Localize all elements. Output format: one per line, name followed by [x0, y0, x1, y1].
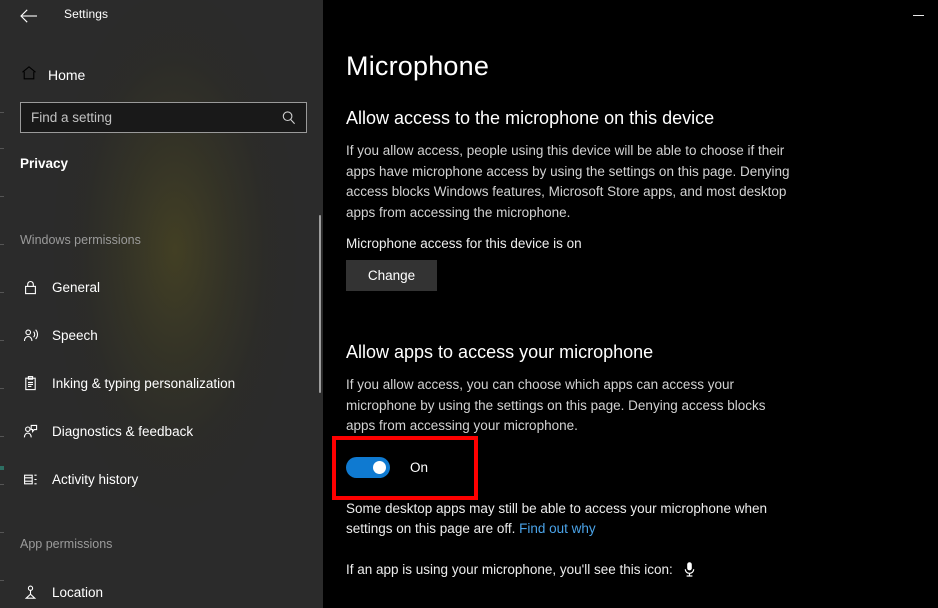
sidebar-item-activity-history-label: Activity history [52, 471, 139, 487]
title-bar: Settings [0, 0, 938, 32]
clipboard-icon [20, 373, 40, 393]
timeline-icon [20, 469, 40, 489]
device-access-description: If you allow access, people using this d… [346, 143, 790, 220]
microphone-icon-note-text: If an app is using your microphone, you'… [346, 561, 673, 577]
main-content: Microphone Allow access to the microphon… [323, 0, 938, 608]
find-out-why-link[interactable]: Find out why [519, 521, 596, 536]
toggle-knob [373, 461, 386, 474]
back-button[interactable] [10, 0, 48, 32]
sidebar-item-diagnostics-feedback[interactable]: Diagnostics & feedback [0, 412, 307, 450]
sidebar-group-windows-permissions: Windows permissions [20, 233, 141, 247]
device-access-heading: Allow access to the microphone on this d… [346, 108, 715, 128]
microphone-icon [683, 560, 697, 578]
sidebar-item-home-label: Home [48, 67, 86, 83]
sidebar-item-speech-label: Speech [52, 327, 98, 343]
sidebar-item-speech[interactable]: Speech [0, 316, 307, 354]
sidebar-item-home[interactable]: Home [0, 56, 300, 94]
sidebar-nav: Home Privacy Windows permissions [0, 32, 323, 608]
page-title: Microphone [346, 51, 490, 81]
minimize-icon [912, 14, 924, 16]
apps-access-description: If you allow access, you can choose whic… [346, 377, 766, 433]
change-button[interactable]: Change [346, 260, 437, 291]
location-pin-icon [20, 582, 40, 602]
sidebar-item-location[interactable]: Location [0, 573, 307, 608]
sidebar-item-general-label: General [52, 279, 101, 295]
sidebar-item-inking-typing-personalization-label: Inking & typing personalization [52, 375, 236, 391]
person-speaking-icon [20, 325, 40, 345]
search-input[interactable] [21, 103, 276, 132]
sidebar-item-location-label: Location [52, 584, 104, 600]
page-section-title: Privacy [20, 156, 69, 171]
sidebar-scrollbar-thumb[interactable] [319, 215, 321, 393]
allow-apps-microphone-toggle[interactable] [346, 457, 390, 478]
search-box[interactable] [20, 102, 307, 133]
sidebar: Home Privacy Windows permissions [0, 0, 323, 608]
sidebar-item-diagnostics-feedback-label: Diagnostics & feedback [52, 423, 194, 439]
allow-apps-microphone-toggle-row[interactable]: On [346, 457, 428, 478]
sidebar-scrollbar[interactable] [317, 200, 322, 400]
sidebar-group-app-permissions: App permissions [20, 537, 113, 551]
back-arrow-icon [19, 8, 39, 24]
minimize-button[interactable] [898, 0, 938, 30]
window-title: Settings [64, 7, 109, 21]
sidebar-item-general[interactable]: General [0, 268, 307, 306]
microphone-icon-note: If an app is using your microphone, you'… [346, 560, 697, 578]
device-access-status: Microphone access for this device is on [346, 236, 582, 251]
toggle-state-label: On [410, 460, 429, 475]
home-icon [20, 64, 38, 87]
desktop-apps-note: Some desktop apps may still be able to a… [346, 499, 796, 539]
lock-icon [20, 277, 40, 297]
apps-access-heading: Allow apps to access your microphone [346, 342, 654, 362]
sidebar-item-inking-typing-personalization[interactable]: Inking & typing personalization [0, 364, 307, 402]
sidebar-item-activity-history[interactable]: Activity history [0, 460, 307, 498]
person-feedback-icon [20, 421, 40, 441]
settings-window: Home Privacy Windows permissions [0, 0, 938, 608]
search-icon[interactable] [280, 109, 298, 127]
